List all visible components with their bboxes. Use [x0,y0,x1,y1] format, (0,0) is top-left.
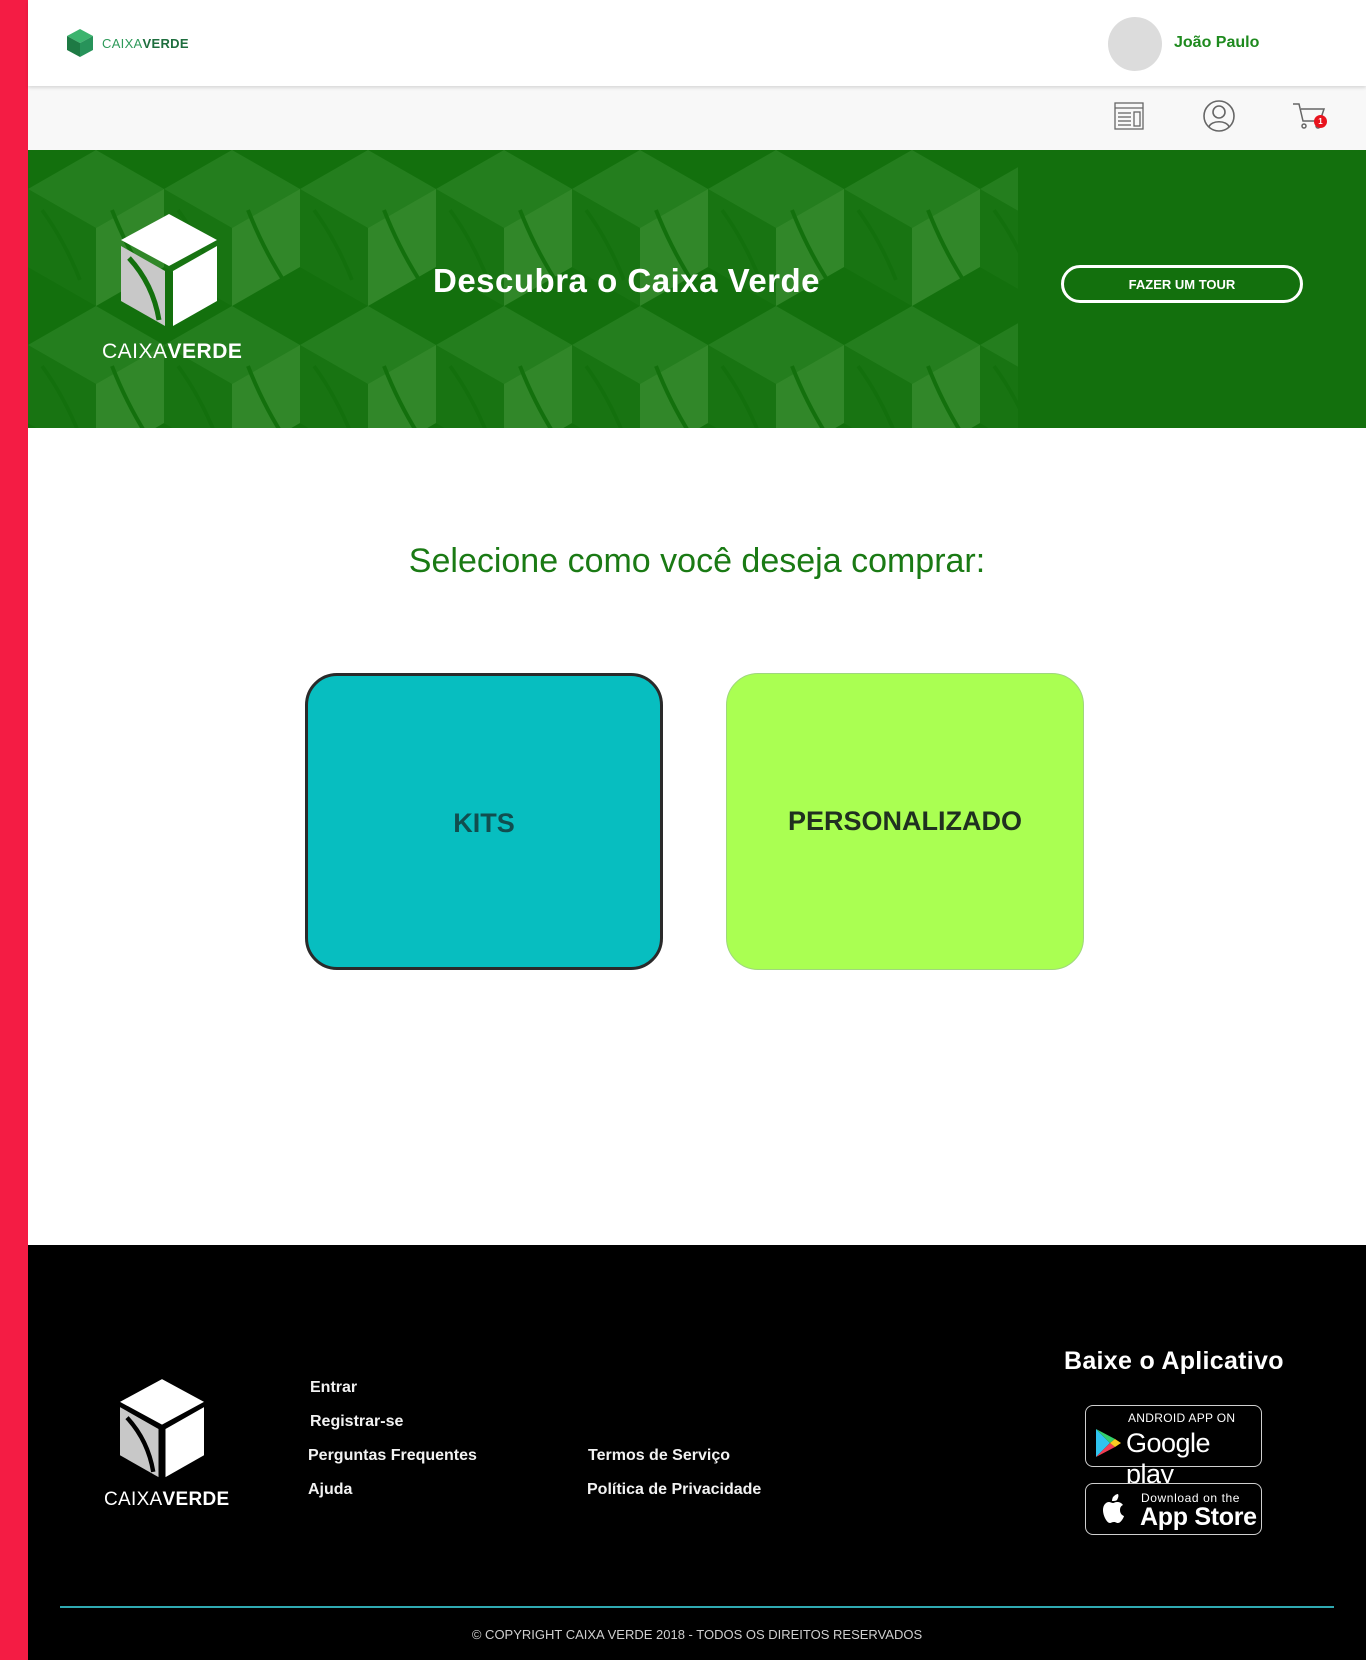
app-store-big-text: App Store [1140,1503,1257,1531]
brand-text-bold: VERDE [142,35,189,51]
news-icon[interactable] [1111,98,1147,134]
footer-link-ajuda[interactable]: Ajuda [308,1481,352,1499]
hero-logo-light: CAIXA [102,340,168,363]
purchase-prompt: Selecione como você deseja comprar: [408,542,986,580]
personalizado-option-label: PERSONALIZADO [787,806,1022,836]
footer-logo-bold: VERDE [162,1489,230,1510]
hero-title: Descubra o Caixa Verde [433,262,821,299]
footer-link-privacidade[interactable]: Política de Privacidade [587,1481,761,1499]
footer-logo-icon [120,1379,204,1478]
copyright-text: © COPYRIGHT CAIXA VERDE 2018 - TODOS OS … [471,1627,923,1642]
footer-link-termos[interactable]: Termos de Serviço [588,1447,730,1465]
google-play-icon [1096,1429,1121,1457]
app-download-title: Baixe o Aplicativo [1064,1347,1284,1375]
footer-link-faq[interactable]: Perguntas Frequentes [308,1447,477,1465]
user-name[interactable]: João Paulo [1174,34,1259,52]
caixa-verde-logo-icon [121,214,217,326]
footer-link-registrar[interactable]: Registrar-se [310,1413,403,1431]
footer-logo-light: CAIXA [104,1489,163,1510]
footer-link-entrar[interactable]: Entrar [310,1379,357,1397]
brand-text-light: CAIXA [102,35,143,51]
footer: CAIXAVERDE Entrar Registrar-se Perguntas… [28,1245,1366,1660]
left-accent-bar [0,0,28,1660]
google-play-small-text: ANDROID APP ON [1128,1411,1236,1425]
top-header: CAIXAVERDE João Paulo [28,0,1366,86]
page: CAIXAVERDE João Paulo 1 CAIXAVERDE Descu… [28,0,1366,1660]
hero-banner: CAIXAVERDE Descubra o Caixa Verde FAZER … [28,150,1366,428]
cart-count-badge: 1 [1314,115,1327,128]
hero-logo-bold: VERDE [167,340,243,363]
avatar[interactable] [1108,17,1162,71]
cart-icon[interactable]: 1 [1291,98,1327,134]
footer-divider [60,1606,1334,1608]
personalizado-option-button[interactable]: PERSONALIZADO [726,673,1084,970]
cube-logo-icon [67,29,93,57]
hero-logo-text: CAIXAVERDE [102,340,242,364]
app-store-badge[interactable]: Download on the App Store [1085,1483,1262,1535]
brand-logo[interactable]: CAIXAVERDE [66,28,189,58]
google-play-badge[interactable]: ANDROID APP ON Google play [1085,1405,1262,1489]
tour-button[interactable]: FAZER UM TOUR [1061,265,1303,303]
icon-toolbar: 1 [28,86,1366,150]
footer-logo-text: CAIXAVERDE [104,1489,230,1511]
kits-option-label: KITS [453,808,515,838]
apple-icon [1103,1494,1124,1523]
user-profile-icon[interactable] [1201,98,1237,134]
kits-option-button[interactable]: KITS [305,673,663,970]
google-play-big-text: Google play [1126,1428,1211,1489]
